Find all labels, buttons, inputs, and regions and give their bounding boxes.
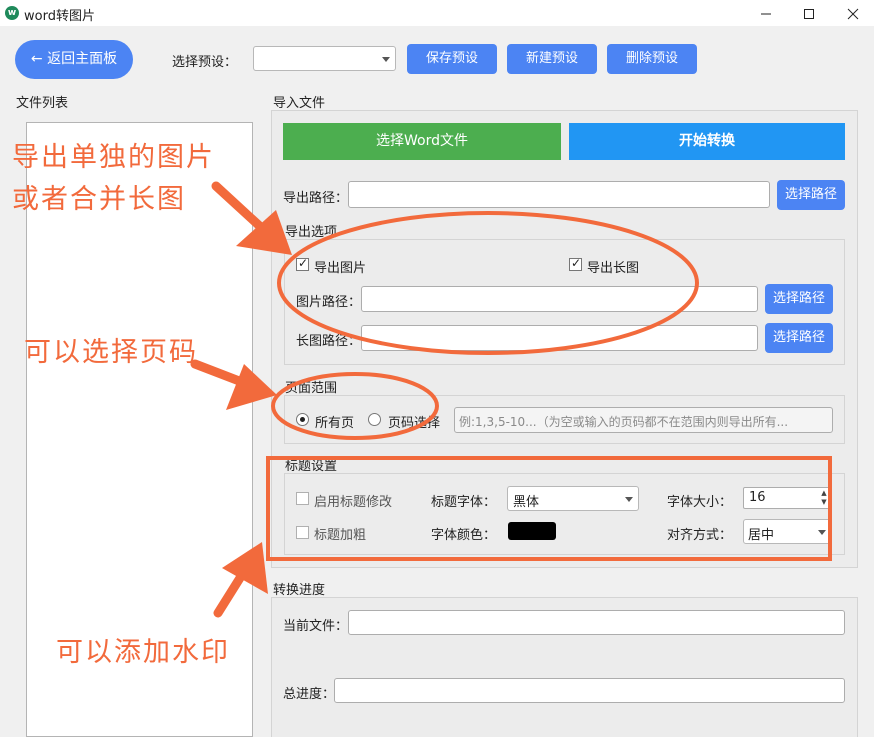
all-pages-radio[interactable] [296, 413, 309, 426]
enable-title-edit-label: 启用标题修改 [314, 495, 393, 510]
start-convert-button[interactable]: 开始转换 [569, 123, 845, 160]
select-pages-label: 页码选择 [388, 416, 441, 431]
current-file-label: 当前文件： [283, 619, 349, 634]
choose-export-path-button[interactable]: 选择路径 [777, 180, 845, 210]
export-image-label: 导出图片 [314, 261, 367, 276]
minimize-icon[interactable] [745, 0, 787, 26]
total-progress-label: 总进度： [283, 687, 336, 702]
export-path-label: 导出路径： [283, 191, 349, 206]
check-icon: ✓ [571, 256, 582, 270]
export-long-image-label: 导出长图 [587, 261, 640, 276]
chevron-down-icon [382, 56, 390, 62]
delete-preset-button[interactable]: 删除预设 [607, 44, 697, 74]
current-file-display [348, 610, 845, 635]
check-icon: ✓ [298, 256, 309, 270]
page-range-label: 页面范围 [285, 381, 338, 396]
enable-title-edit-checkbox[interactable] [296, 492, 309, 505]
chevron-down-icon [818, 529, 826, 535]
preset-select[interactable] [253, 46, 396, 71]
align-value: 居中 [748, 528, 775, 543]
font-color-swatch[interactable] [508, 522, 556, 540]
font-color-label: 字体颜色： [431, 528, 497, 543]
progress-section-label: 转换进度 [273, 583, 326, 598]
long-image-path-label: 长图路径： [296, 334, 362, 349]
total-progress-bar [334, 678, 845, 703]
all-pages-label: 所有页 [315, 416, 355, 431]
export-options-label: 导出选项 [285, 225, 338, 240]
long-image-path-input[interactable] [361, 325, 758, 351]
image-path-input[interactable] [361, 286, 758, 312]
spin-up-icon[interactable]: ▲ [818, 489, 830, 498]
title-font-value: 黑体 [513, 495, 540, 510]
export-image-checkbox[interactable]: ✓ [296, 256, 309, 271]
export-path-input[interactable] [348, 181, 770, 208]
title-font-label: 标题字体： [431, 495, 497, 510]
annotation-export-line2: 或者合并长图 [12, 184, 186, 215]
app-logo-icon: w [5, 6, 19, 20]
back-to-main-button[interactable]: ← 返回主面板 [15, 40, 133, 79]
font-size-spinbox[interactable]: 16 ▲ ▼ [743, 487, 832, 509]
select-word-file-button[interactable]: 选择Word文件 [283, 123, 561, 160]
page-numbers-input[interactable]: 例:1,3,5-10...（为空或输入的页码都不在范围内则导出所有... [454, 407, 833, 433]
preset-label: 选择预设： [172, 55, 238, 70]
export-long-image-checkbox[interactable]: ✓ [569, 256, 582, 271]
align-select[interactable]: 居中 [743, 519, 832, 544]
new-preset-button[interactable]: 新建预设 [507, 44, 597, 74]
font-size-label: 字体大小： [667, 495, 733, 510]
close-icon[interactable] [832, 0, 874, 26]
title-bar [0, 0, 874, 26]
window-title: word转图片 [24, 9, 95, 24]
file-list-label: 文件列表 [16, 96, 69, 111]
radio-selected-dot [300, 417, 305, 422]
annotation-watermark: 可以添加水印 [56, 637, 230, 668]
font-size-value: 16 [749, 490, 766, 505]
select-pages-radio[interactable] [368, 413, 381, 426]
annotation-export-line1: 导出单独的图片 [12, 142, 215, 173]
import-section-label: 导入文件 [273, 96, 326, 111]
title-bold-checkbox[interactable] [296, 526, 309, 539]
maximize-icon[interactable] [788, 0, 830, 26]
save-preset-button[interactable]: 保存预设 [407, 44, 497, 74]
spin-down-icon[interactable]: ▼ [818, 498, 830, 507]
page-numbers-placeholder: 例:1,3,5-10...（为空或输入的页码都不在范围内则导出所有... [459, 415, 789, 429]
annotation-page-range: 可以选择页码 [24, 337, 198, 368]
align-label: 对齐方式： [667, 528, 733, 543]
title-settings-label: 标题设置 [285, 459, 338, 474]
choose-image-path-button[interactable]: 选择路径 [765, 284, 833, 314]
choose-long-image-path-button[interactable]: 选择路径 [765, 323, 833, 353]
title-bold-label: 标题加粗 [314, 528, 367, 543]
title-font-select[interactable]: 黑体 [507, 486, 639, 511]
image-path-label: 图片路径： [296, 295, 362, 310]
chevron-down-icon [625, 496, 633, 502]
